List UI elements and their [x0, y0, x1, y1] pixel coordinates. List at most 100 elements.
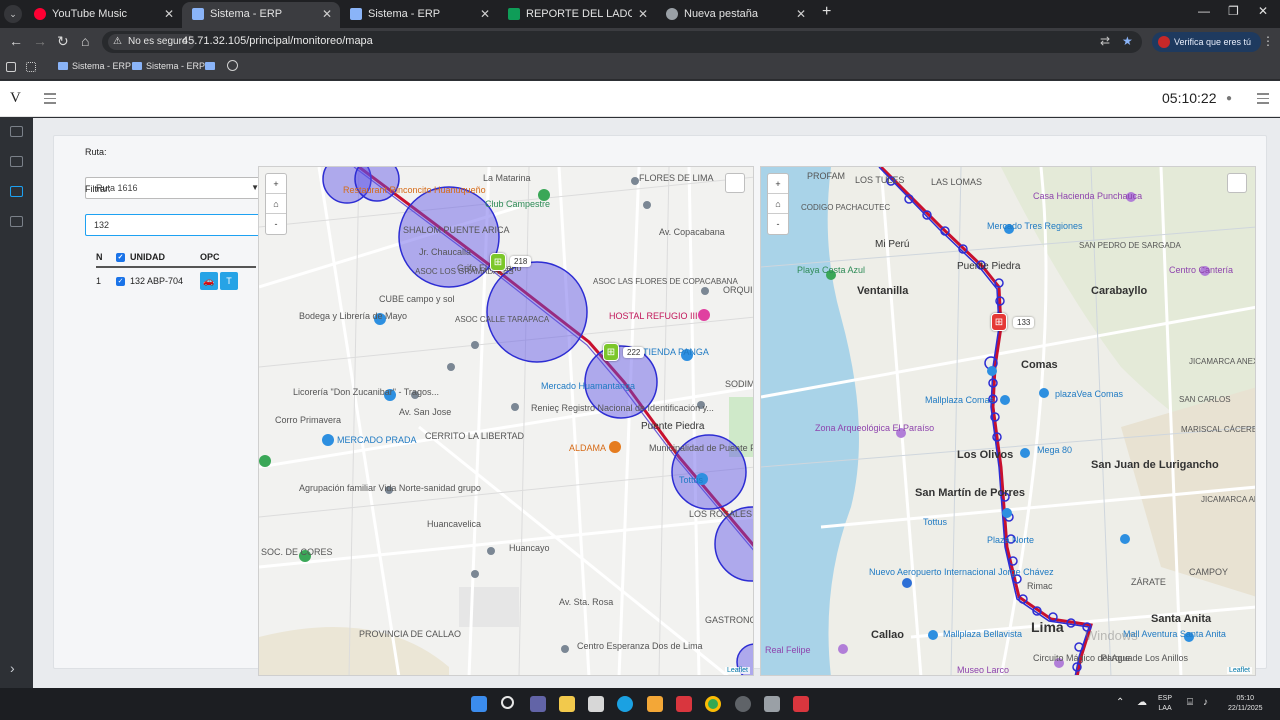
close-tab-icon[interactable]: ✕ — [480, 2, 490, 26]
car-icon-button[interactable]: 🚗 — [200, 271, 218, 290]
layers-button[interactable] — [725, 173, 745, 193]
close-tab-icon[interactable]: ✕ — [164, 2, 174, 26]
map-label: SOC. DE CORES — [261, 547, 333, 557]
map-label: Puente Piedra — [641, 421, 705, 432]
sidebar-module-icon[interactable] — [10, 156, 23, 167]
zoom-in-button[interactable]: + — [768, 174, 788, 194]
new-tab-button[interactable]: + — [822, 3, 831, 21]
back-icon[interactable]: ← — [9, 33, 23, 49]
close-tab-icon[interactable]: ✕ — [322, 2, 332, 26]
system-clock[interactable]: 05:10 22/11/2025 — [1228, 694, 1263, 714]
tab-nueva-pestana[interactable]: Nueva pestaña ✕ — [656, 2, 814, 28]
browser-menu-icon[interactable]: ⋮ — [1262, 34, 1274, 48]
home-button[interactable]: ⌂ — [266, 194, 286, 214]
language-indicator[interactable]: ESP LAA — [1158, 694, 1172, 714]
map-label: Los Olivos — [957, 449, 1014, 461]
bookmark-sistema-erp-2[interactable]: Sistema - ERP — [132, 61, 205, 71]
home-icon[interactable]: ⌂ — [81, 33, 89, 49]
close-window-icon[interactable]: ✕ — [1258, 4, 1268, 18]
app-icon-2[interactable] — [735, 696, 751, 712]
sidebar-toggle-icon[interactable] — [6, 62, 16, 72]
close-tab-icon[interactable]: ✕ — [638, 2, 648, 26]
sidebar-expand-icon[interactable]: › — [10, 660, 15, 676]
tab-label: Nueva pestaña — [684, 8, 758, 20]
windows-start-icon[interactable] — [471, 696, 487, 712]
bus-marker[interactable]: ⊞ — [490, 253, 506, 271]
anydesk-icon[interactable] — [676, 696, 692, 712]
menu-toggle-icon[interactable] — [44, 93, 56, 107]
zoom-in-button[interactable]: + — [266, 174, 286, 194]
user-icon[interactable]: ● — [1226, 93, 1232, 104]
teams-icon[interactable] — [530, 696, 546, 712]
network-icon[interactable]: ⌸ — [1187, 697, 1193, 708]
map-attribution[interactable]: Leaflet — [1226, 667, 1252, 674]
map-label: GASTRONOMÍA — [705, 615, 753, 625]
map-label: La Matarina — [483, 173, 531, 183]
col-opc: OPC — [200, 247, 256, 268]
tab-search-button[interactable]: ⌄ — [4, 5, 22, 23]
browser-tab-strip: ⌄ YouTube Music ✕ Sistema - ERP ✕ Sistem… — [0, 0, 1280, 28]
map-label: JICAMARCA ANEXO 8 — [1201, 495, 1255, 504]
map-attribution[interactable]: Leaflet — [724, 667, 750, 674]
bus-marker-selected[interactable]: ⊞ — [991, 313, 1007, 331]
search-icon[interactable] — [501, 696, 514, 709]
tab-label: YouTube Music — [52, 8, 128, 20]
map-label: Museo Larco — [957, 665, 1010, 675]
verify-identity-chip[interactable]: Verifica que eres tú — [1152, 32, 1262, 52]
anydesk-icon-2[interactable] — [793, 696, 809, 712]
globe-icon[interactable] — [227, 60, 238, 71]
tab-sistema-erp[interactable]: Sistema - ERP ✕ — [340, 2, 498, 28]
map-label: Centro Cantería — [1169, 265, 1234, 275]
tab-youtube-music[interactable]: YouTube Music ✕ — [24, 2, 182, 28]
sidebar-monitoreo-icon[interactable] — [10, 186, 23, 197]
map-label: San Juan de Lurigancho — [1091, 459, 1219, 471]
tab-reporte[interactable]: REPORTE DEL LADO A VIPUSA ✕ — [498, 2, 656, 28]
map-label: Tottus — [679, 475, 704, 485]
app-icon[interactable] — [647, 696, 663, 712]
chevron-up-icon[interactable]: ⌃ — [1116, 697, 1124, 708]
row-checkbox[interactable]: ✓ — [116, 277, 125, 286]
t-button[interactable]: T — [220, 271, 238, 290]
app-header: V 05:10:22 ● — [0, 81, 1280, 117]
apps-grid-icon[interactable] — [26, 62, 36, 72]
tab-sistema-erp-active[interactable]: Sistema - ERP ✕ — [182, 2, 340, 28]
map-left[interactable]: Restaurant Rinconcito Huanuqueño La Mata… — [258, 166, 754, 676]
sidebar-module-icon[interactable] — [10, 216, 23, 227]
ruta-select[interactable]: Ruta 1616 ▼ — [85, 177, 265, 199]
zoom-out-button[interactable]: - — [266, 214, 286, 234]
forward-icon[interactable]: → — [33, 33, 47, 49]
edge-icon[interactable] — [617, 696, 633, 712]
restore-icon[interactable]: ❐ — [1228, 4, 1239, 18]
map-right[interactable]: PROFAM LOS TULES LAS LOMAS CODIGO PACHAC… — [760, 166, 1256, 676]
row-unidad: 132 ABP-704 — [130, 275, 184, 286]
chrome-taskbar-icon[interactable] — [705, 696, 721, 712]
table-row[interactable]: 1 ✓ 132 ABP-704 🚗 T — [96, 267, 256, 293]
erp-icon — [205, 62, 215, 70]
layers-button[interactable] — [1227, 173, 1247, 193]
cloud-icon[interactable]: ☁ — [1137, 697, 1147, 708]
filtrar-input[interactable] — [85, 214, 265, 236]
file-explorer-icon[interactable] — [559, 696, 575, 712]
address-bar[interactable]: ⚠ No es seguro 45.71.32.105/principal/mo… — [102, 31, 1142, 53]
settings-icon[interactable] — [764, 696, 780, 712]
bus-marker[interactable]: ⊞ — [603, 343, 619, 361]
bookmark-sistema-erp[interactable]: Sistema - ERP — [58, 61, 131, 71]
map-label: Plaza Norte — [987, 535, 1035, 545]
map-label: Corro Primavera — [275, 415, 342, 425]
volume-icon[interactable]: ♪ — [1203, 697, 1208, 708]
store-icon[interactable] — [588, 696, 604, 712]
sidebar-module-icon[interactable] — [10, 126, 23, 137]
minimize-icon[interactable]: — — [1198, 4, 1210, 18]
options-menu-icon[interactable] — [1257, 93, 1269, 107]
map-label: Mega 80 — [1037, 445, 1073, 455]
close-tab-icon[interactable]: ✕ — [796, 2, 806, 26]
row-checkbox-cell: ✓ — [116, 267, 130, 293]
app-logo[interactable]: V — [10, 90, 21, 107]
bookmark-star-icon[interactable]: ★ — [1122, 34, 1133, 48]
reload-icon[interactable]: ↻ — [57, 33, 69, 50]
chrome-icon — [666, 8, 678, 20]
translate-icon[interactable]: ⇄ — [1100, 34, 1110, 48]
select-all-checkbox[interactable]: ✓ — [116, 253, 125, 262]
home-button[interactable]: ⌂ — [768, 194, 788, 214]
zoom-out-button[interactable]: - — [768, 214, 788, 234]
